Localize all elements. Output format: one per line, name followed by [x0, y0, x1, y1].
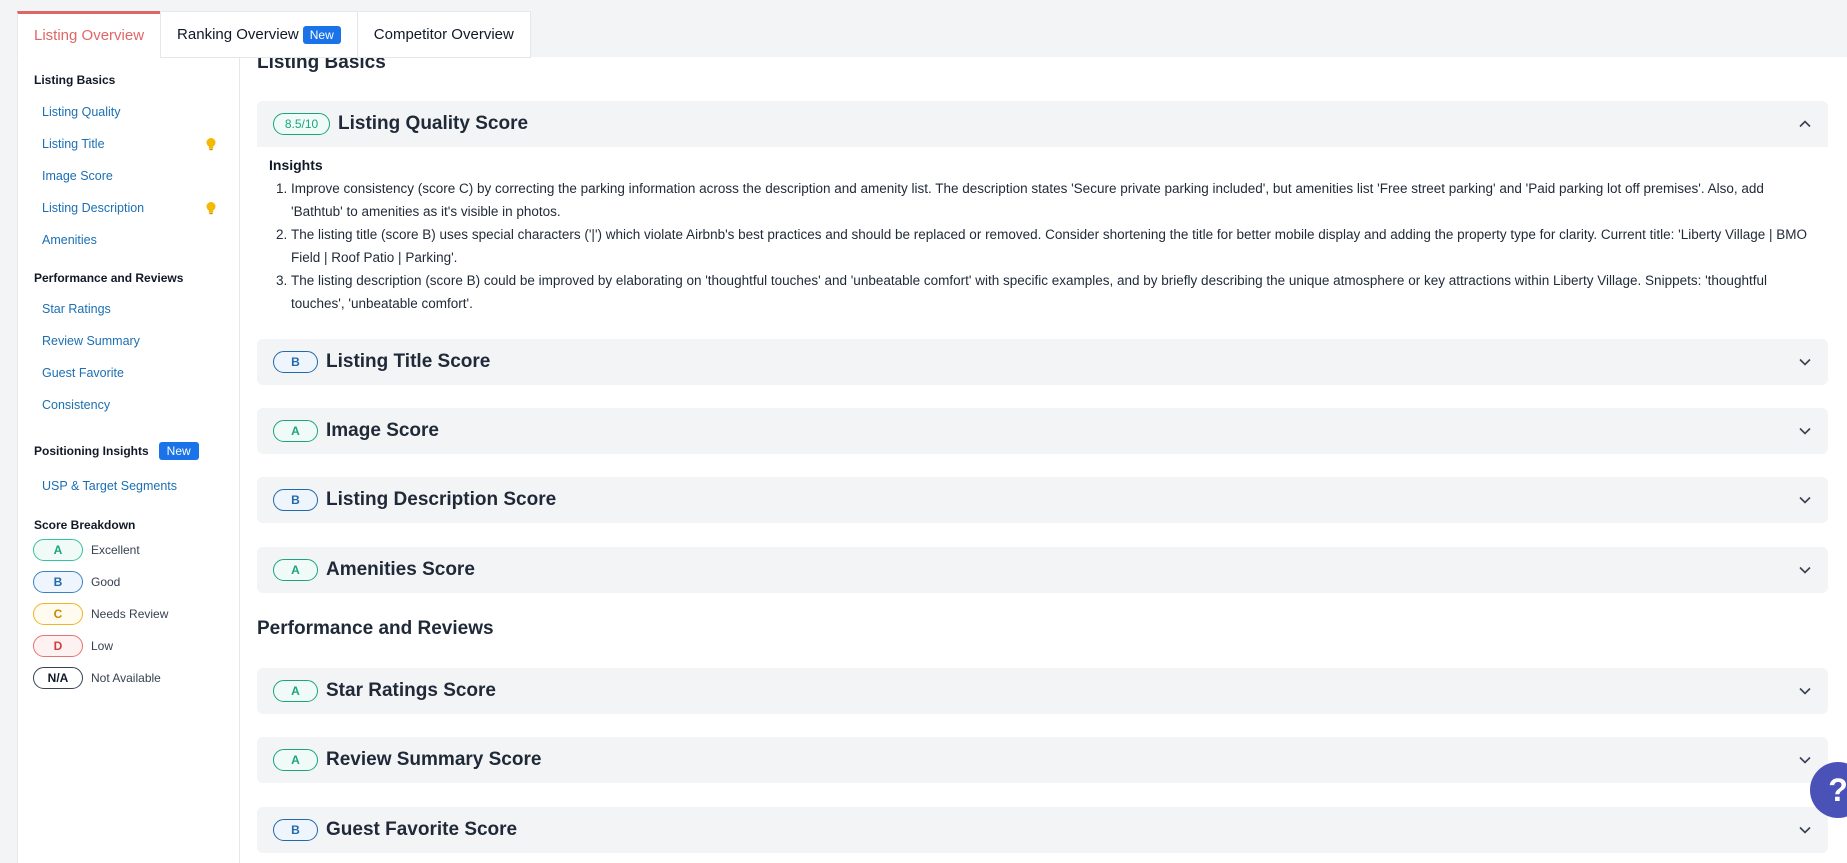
lightbulb-icon: [206, 202, 216, 215]
sidebar-heading-score-breakdown: Score Breakdown: [34, 518, 136, 532]
card-header[interactable]: A Star Ratings Score: [257, 668, 1828, 714]
legend-label: Needs Review: [91, 607, 169, 621]
listing-quality-card: 8.5/10 Listing Quality Score Insights Im…: [257, 101, 1828, 327]
sidebar-heading-positioning: Positioning Insights New: [34, 442, 199, 460]
grade-pill: A: [273, 680, 318, 702]
legend-row-low: D Low: [33, 635, 113, 657]
new-badge: New: [302, 25, 341, 44]
grade-pill: B: [273, 489, 318, 511]
sidebar-item-consistency[interactable]: Consistency: [42, 398, 110, 412]
card-header[interactable]: B Listing Description Score: [257, 477, 1828, 523]
card-title: Review Summary Score: [326, 749, 542, 770]
tab-label: Ranking Overview: [177, 26, 299, 43]
tab-listing-overview[interactable]: Listing Overview: [17, 11, 161, 58]
legend-row-excellent: A Excellent: [33, 539, 140, 561]
card-title: Guest Favorite Score: [326, 819, 518, 840]
chevron-up-icon[interactable]: [1798, 117, 1812, 131]
legend-label: Low: [91, 639, 114, 653]
card-header[interactable]: B Listing Title Score: [257, 339, 1828, 385]
grade-pill: B: [33, 571, 83, 593]
chevron-down-icon[interactable]: [1798, 355, 1812, 369]
card-header[interactable]: B Guest Favorite Score: [257, 807, 1828, 853]
tab-ranking-overview[interactable]: Ranking Overview New: [160, 11, 357, 58]
tab-label: Competitor Overview: [373, 26, 514, 43]
grade-pill: D: [33, 635, 83, 657]
grade-pill: A: [273, 749, 318, 771]
tab-bar: Listing Overview Ranking Overview New Com…: [17, 11, 531, 58]
sidebar-item-star-ratings[interactable]: Star Ratings: [42, 302, 111, 316]
grade-pill: A: [33, 539, 83, 561]
insights-panel: Insights Improve consistency (score C) b…: [257, 147, 1828, 327]
chevron-down-icon[interactable]: [1798, 563, 1812, 577]
legend-row-needs-review: C Needs Review: [33, 603, 168, 625]
listing-description-score-card[interactable]: B Listing Description Score: [257, 477, 1828, 523]
sidebar-item-listing-quality[interactable]: Listing Quality: [42, 105, 121, 119]
score-pill: 8.5/10: [273, 113, 330, 135]
star-ratings-score-card[interactable]: A Star Ratings Score: [257, 668, 1828, 714]
card-header[interactable]: A Image Score: [257, 408, 1828, 454]
lightbulb-icon: [206, 138, 216, 151]
legend-row-not-available: N/A Not Available: [33, 667, 161, 689]
sidebar-item-guest-favorite[interactable]: Guest Favorite: [42, 366, 124, 380]
sidebar-item-review-summary[interactable]: Review Summary: [42, 334, 140, 348]
listing-quality-header[interactable]: 8.5/10 Listing Quality Score: [257, 101, 1828, 147]
grade-pill: C: [33, 603, 83, 625]
question-icon: ?: [1828, 771, 1847, 808]
card-title: Listing Title Score: [326, 351, 491, 372]
legend-row-good: B Good: [33, 571, 120, 593]
sidebar-item-image-score[interactable]: Image Score: [42, 169, 113, 183]
sidebar-item-listing-title[interactable]: Listing Title: [42, 137, 105, 151]
legend-label: Not Available: [91, 671, 161, 685]
chevron-down-icon[interactable]: [1798, 753, 1812, 767]
chevron-down-icon[interactable]: [1798, 684, 1812, 698]
legend-label: Good: [91, 575, 121, 589]
grade-pill: B: [273, 819, 318, 841]
sidebar-item-usp-target-segments[interactable]: USP & Target Segments: [42, 479, 177, 493]
sidebar-heading-listing-basics: Listing Basics: [34, 73, 116, 87]
new-badge: New: [158, 442, 199, 460]
card-header[interactable]: A Review Summary Score: [257, 737, 1828, 783]
section-title-performance: Performance and Reviews: [257, 618, 494, 639]
tab-label: Listing Overview: [34, 27, 145, 44]
insights-heading: Insights: [269, 157, 323, 173]
grade-pill: A: [273, 420, 318, 442]
grade-pill: B: [273, 351, 318, 373]
tab-competitor-overview[interactable]: Competitor Overview: [356, 11, 531, 58]
insight-item: Improve consistency (score C) by correct…: [291, 177, 1816, 223]
card-title: Listing Description Score: [326, 489, 557, 510]
card-title: Listing Quality Score: [338, 113, 529, 134]
sidebar-item-listing-description[interactable]: Listing Description: [42, 201, 144, 215]
insight-item: The listing title (score B) uses special…: [291, 223, 1816, 269]
chevron-down-icon[interactable]: [1798, 424, 1812, 438]
amenities-score-card[interactable]: A Amenities Score: [257, 547, 1828, 593]
insight-item: The listing description (score B) could …: [291, 269, 1816, 315]
grade-pill: A: [273, 559, 318, 581]
insights-list: Improve consistency (score C) by correct…: [291, 177, 1816, 315]
sidebar-heading-label: Positioning Insights: [34, 444, 149, 458]
grade-pill: N/A: [33, 667, 83, 689]
main-content: Listing Basics 8.5/10 Listing Quality Sc…: [240, 52, 1847, 863]
card-title: Image Score: [326, 420, 439, 441]
sidebar-heading-performance: Performance and Reviews: [34, 271, 184, 285]
sidebar-item-amenities[interactable]: Amenities: [42, 233, 97, 247]
card-header[interactable]: A Amenities Score: [257, 547, 1828, 593]
review-summary-score-card[interactable]: A Review Summary Score: [257, 737, 1828, 783]
card-title: Star Ratings Score: [326, 680, 496, 701]
chevron-down-icon[interactable]: [1798, 493, 1812, 507]
legend-label: Excellent: [91, 543, 140, 557]
listing-title-score-card[interactable]: B Listing Title Score: [257, 339, 1828, 385]
image-score-card[interactable]: A Image Score: [257, 408, 1828, 454]
card-title: Amenities Score: [326, 559, 475, 580]
sidebar: Listing Basics Listing Quality Listing T…: [17, 57, 240, 863]
guest-favorite-score-card[interactable]: B Guest Favorite Score: [257, 807, 1828, 853]
chevron-down-icon[interactable]: [1798, 823, 1812, 837]
